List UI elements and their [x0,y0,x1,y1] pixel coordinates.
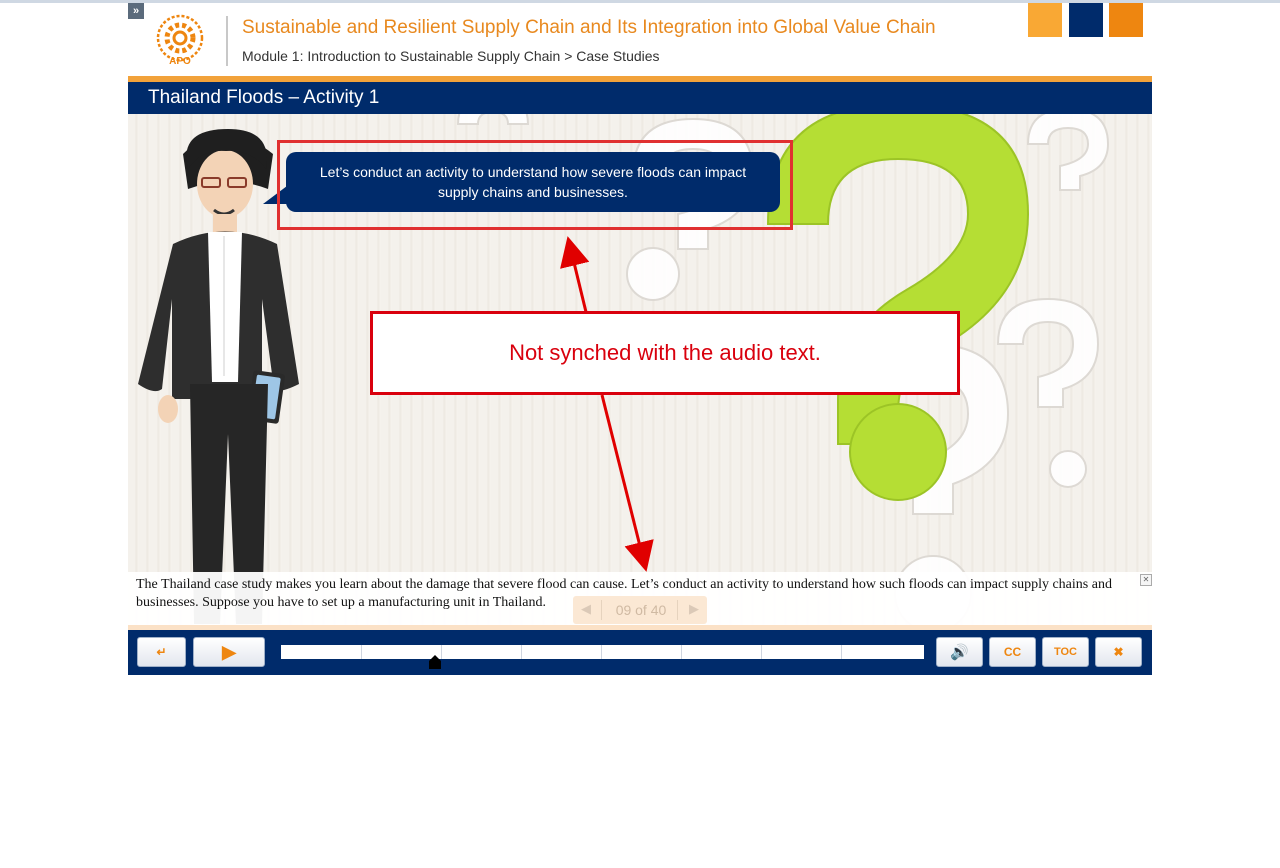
toc-label: TOC [1053,646,1078,658]
slide-title-bar: Thailand Floods – Activity 1 [128,82,1152,114]
accent-square-orange [1109,3,1143,37]
progress-bar[interactable] [281,645,924,659]
slide-title: Thailand Floods – Activity 1 [148,87,380,108]
slide-pager: ◀ 09 of 40 ▶ [573,596,707,624]
caption-close-icon[interactable]: ✕ [1140,574,1152,586]
closed-caption-panel: The Thailand case study makes you learn … [128,572,1152,625]
accent-square-navy [1069,3,1103,37]
prev-slide-icon[interactable]: ◀ [581,601,591,617]
play-icon: ▶ [222,641,236,662]
cc-button[interactable]: CC [989,637,1036,667]
progress-tick [681,645,682,659]
progress-tick [841,645,842,659]
apo-logo: APO [156,14,204,67]
annotation-callout: Not synched with the audio text. [370,311,960,395]
accent-square-light-orange [1028,3,1062,37]
toc-button[interactable]: TOC [1042,637,1089,667]
close-course-button[interactable]: ✖ [1095,637,1142,667]
exit-icon: ↵ [156,645,167,659]
expand-sidebar-icon[interactable]: » [128,3,144,19]
progress-tick [521,645,522,659]
player-controls: ↵ ▶ 🔊 CC TOC ✖ [128,630,1152,675]
progress-tick [361,645,362,659]
slide-counter: 09 of 40 [615,602,667,618]
volume-button[interactable]: 🔊 [936,637,983,667]
speaker-icon: 🔊 [950,644,969,661]
play-button[interactable]: ▶ [193,637,265,667]
pager-divider [601,600,602,620]
pager-divider [677,600,678,620]
breadcrumb: Module 1: Introduction to Sustainable Su… [242,48,660,64]
progress-scrubber-icon[interactable] [429,655,442,669]
arrow-to-caption [600,394,654,572]
header-divider [226,16,228,66]
exit-button[interactable]: ↵ [137,637,186,667]
progress-tick [601,645,602,659]
next-slide-icon[interactable]: ▶ [689,601,699,617]
close-icon: ✖ [1113,645,1124,659]
logo-text: APO [169,56,191,67]
slide-stage: Let’s conduct an activity to understand … [128,114,1152,625]
course-title: Sustainable and Resilient Supply Chain a… [242,17,936,38]
annotation-text: Not synched with the audio text. [509,340,821,365]
arrow-to-bubble [560,236,590,313]
cc-label: CC [1003,645,1022,659]
progress-tick [761,645,762,659]
